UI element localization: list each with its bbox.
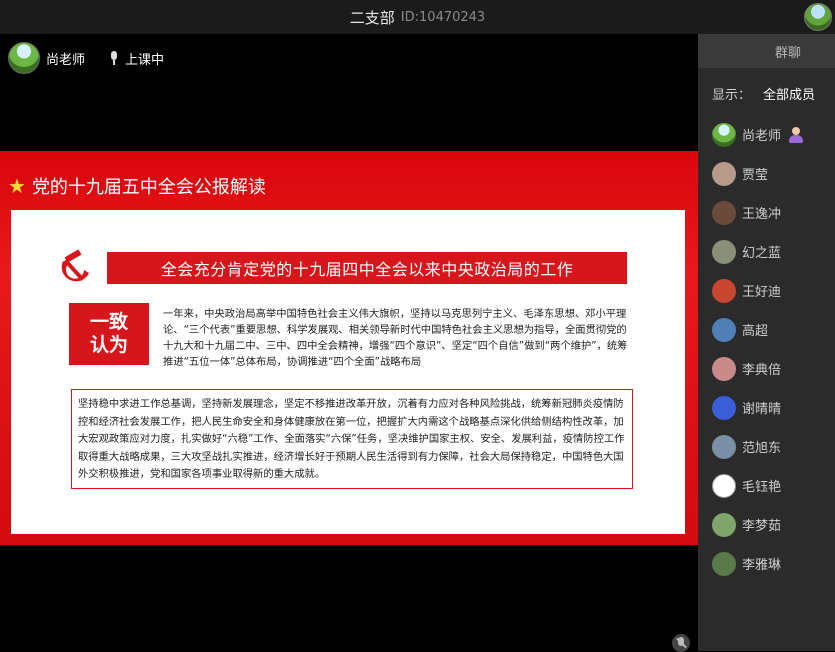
class-status: 上课中	[125, 52, 165, 68]
tab-group-chat[interactable]: 群聊	[698, 34, 835, 68]
list-item[interactable]: 幻之蓝	[712, 232, 835, 271]
list-item[interactable]: 李梦茹	[712, 505, 835, 544]
slide-heading-text: 全会充分肯定党的十九届四中全会以来中央政治局的工作	[160, 260, 574, 279]
list-item[interactable]: 贾莹	[712, 154, 835, 193]
member-avatar	[712, 434, 736, 459]
presentation-slide: ★ 党的十九届五中全会公报解读 全会充分肯定党的十九届四中全会以来中央政治局的工…	[0, 151, 698, 545]
teacher-name: 尚老师	[46, 52, 86, 68]
top-bar: 二支部 ID:10470243	[0, 0, 835, 34]
badge-line1: 一致	[89, 311, 128, 333]
list-item[interactable]: 毛钰艳	[712, 466, 835, 505]
video-stage: 尚老师 上课中 ★ 党的十九届五中全会公报解读 全会充分肯定党的十九届四中全会以…	[0, 34, 698, 652]
list-item[interactable]: 高超	[712, 310, 835, 349]
list-item[interactable]: 李雅琳	[712, 544, 835, 583]
teacher-avatar[interactable]	[8, 42, 40, 74]
room-title: 二支部	[349, 8, 395, 27]
slide-heading: 全会充分肯定党的十九届四中全会以来中央政治局的工作	[107, 252, 627, 284]
slide-paragraph-2: 坚持稳中求进工作总基调，坚持新发展理念，坚定不移推进改革开放，沉着有力应对各种风…	[78, 398, 625, 480]
member-avatar	[712, 239, 736, 264]
user-avatar[interactable]	[804, 3, 832, 31]
member-name: 李典倍	[742, 363, 782, 378]
list-item[interactable]: 尚老师	[712, 115, 835, 154]
member-list: 尚老师 贾莹 王逸冲 幻之蓝 王好迪 高超 李典倍 谢晴晴 范旭东 毛钰艳 李梦…	[712, 115, 835, 583]
filter-value[interactable]: 全部成员	[763, 84, 815, 103]
member-name: 谢晴晴	[742, 402, 782, 417]
member-avatar	[712, 473, 736, 498]
list-item[interactable]: 王好迪	[712, 271, 835, 310]
member-avatar	[712, 161, 736, 186]
star-icon: ★	[8, 174, 26, 198]
teacher-icon	[789, 126, 804, 143]
slide-content-panel: 全会充分肯定党的十九届四中全会以来中央政治局的工作 一致 认为 一年来，中央政治…	[11, 210, 685, 534]
list-item[interactable]: 李典倍	[712, 349, 835, 388]
tab-group-chat-label: 群聊	[774, 45, 801, 61]
member-avatar	[712, 278, 736, 303]
member-sidebar: 群聊 显示： 全部成员 尚老师 贾莹 王逸冲 幻之蓝 王好迪 高超 李典倍 谢晴…	[698, 34, 835, 651]
teacher-bar: 尚老师 上课中	[8, 42, 164, 74]
member-name: 尚老师	[742, 129, 782, 144]
member-filter[interactable]: 显示： 全部成员	[712, 84, 815, 103]
hammer-sickle-icon	[61, 249, 89, 282]
list-item[interactable]: 范旭东	[712, 427, 835, 466]
list-item[interactable]: 王逸冲	[712, 193, 835, 232]
filter-label: 显示：	[712, 88, 752, 103]
slide-title: 党的十九届五中全会公报解读	[31, 177, 266, 198]
list-item[interactable]: 谢晴晴	[712, 388, 835, 427]
badge-line2: 认为	[89, 334, 128, 356]
member-avatar	[712, 200, 736, 225]
member-name: 高超	[742, 324, 769, 339]
member-avatar	[712, 551, 736, 576]
member-avatar	[712, 122, 736, 147]
member-name: 李雅琳	[742, 558, 782, 573]
member-name: 王逸冲	[742, 207, 782, 222]
member-name: 贾莹	[742, 168, 769, 183]
member-name: 王好迪	[742, 285, 782, 300]
mic-off-icon[interactable]	[672, 634, 690, 652]
member-name: 毛钰艳	[742, 480, 782, 495]
member-name: 范旭东	[742, 441, 782, 456]
member-avatar	[712, 356, 736, 381]
slide-title-row: ★ 党的十九届五中全会公报解读	[8, 173, 266, 199]
microphone-icon	[109, 51, 119, 65]
member-avatar	[712, 317, 736, 342]
member-avatar	[712, 512, 736, 537]
member-name: 幻之蓝	[742, 246, 782, 261]
member-name: 李梦茹	[742, 519, 782, 534]
slide-paragraph-box: 坚持稳中求进工作总基调，坚持新发展理念，坚定不移推进改革开放，沉着有力应对各种风…	[71, 389, 633, 489]
consensus-badge: 一致 认为	[69, 303, 149, 365]
slide-paragraph-1: 一年来，中央政治局高举中国特色社会主义伟大旗帜，坚持以马克思列宁主义、毛泽东思想…	[163, 308, 628, 368]
room-id: ID:10470243	[400, 9, 486, 25]
member-avatar	[712, 395, 736, 420]
